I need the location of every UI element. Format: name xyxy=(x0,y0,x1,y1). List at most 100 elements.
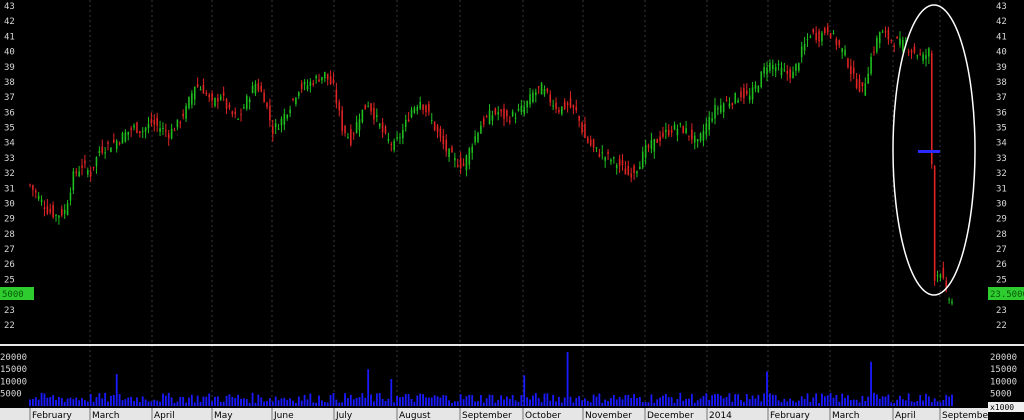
price-tick-right: 28 xyxy=(996,230,1007,240)
volume-bar xyxy=(922,400,924,406)
volume-bar xyxy=(766,371,768,406)
volume-bar xyxy=(847,395,849,406)
volume-bar xyxy=(636,398,638,406)
price-tick-left: 35 xyxy=(4,124,15,134)
candle-body xyxy=(49,208,52,213)
candle-body xyxy=(121,133,124,144)
volume-bar xyxy=(543,393,546,406)
candle-body xyxy=(896,36,898,39)
volume-bar xyxy=(84,400,86,406)
candle-body xyxy=(589,139,592,146)
candle-body xyxy=(280,118,283,126)
candle-body xyxy=(309,81,312,86)
candle-body xyxy=(350,129,352,145)
candle-body xyxy=(373,107,375,120)
month-label: August xyxy=(399,411,431,420)
volume-bar xyxy=(812,397,815,406)
volume-bar xyxy=(731,401,734,406)
volume-bar xyxy=(849,400,852,406)
month-label: March xyxy=(832,411,859,420)
volume-bar xyxy=(916,401,919,406)
candle-body xyxy=(263,92,265,103)
volume-bar xyxy=(335,399,338,406)
volume-bar xyxy=(826,395,829,406)
volume-bar xyxy=(81,398,83,406)
candle-body xyxy=(910,50,913,53)
volume-bar xyxy=(295,402,297,406)
candle xyxy=(734,92,737,105)
volume-bar xyxy=(696,400,699,406)
candle-body xyxy=(196,84,199,87)
candle-body xyxy=(156,117,158,126)
volume-bar xyxy=(823,396,826,406)
candle-body xyxy=(153,120,156,125)
candle-body xyxy=(907,51,910,53)
candle-body xyxy=(442,135,445,144)
candle xyxy=(121,131,124,144)
candle-body xyxy=(662,132,664,137)
volume-bar xyxy=(182,397,185,406)
volume-bar xyxy=(601,402,604,406)
candle-body xyxy=(535,92,537,96)
volume-bar xyxy=(887,394,890,406)
candle-body xyxy=(32,185,34,190)
candle-body xyxy=(500,109,502,112)
candle-body xyxy=(136,122,138,134)
candle xyxy=(110,147,112,153)
candle-body xyxy=(89,172,92,177)
volume-bar xyxy=(306,399,309,406)
volume-bar xyxy=(130,396,133,406)
price-tick-right: 31 xyxy=(996,184,1007,194)
volume-bar xyxy=(569,396,572,406)
candle-body xyxy=(341,110,343,132)
volume-bar xyxy=(682,400,685,406)
volume-bar xyxy=(413,401,416,406)
candle-body xyxy=(650,140,653,149)
candle-body xyxy=(682,126,684,134)
volume-bar xyxy=(34,397,37,406)
volume-bar xyxy=(948,396,951,406)
candle xyxy=(682,125,684,134)
candle-body xyxy=(468,148,471,165)
candle-body xyxy=(393,140,395,151)
candle-body xyxy=(381,122,384,133)
candle-body xyxy=(352,133,355,135)
volume-bar xyxy=(390,379,393,406)
candle-body xyxy=(809,36,812,38)
candle-body xyxy=(127,131,130,135)
candle-body xyxy=(378,123,381,127)
candle-body xyxy=(725,100,728,102)
candle-body xyxy=(454,157,456,161)
volume-bar xyxy=(442,395,445,406)
candle-body xyxy=(777,63,780,66)
volume-bar xyxy=(624,395,627,406)
candle-body xyxy=(893,45,895,47)
candle-body xyxy=(176,119,179,128)
volume-bar xyxy=(520,395,523,406)
volume-bar xyxy=(156,400,159,406)
volume-bar xyxy=(875,394,878,406)
price-tick-left: 43 xyxy=(4,2,15,12)
volume-bar xyxy=(783,398,786,406)
volume-bar xyxy=(537,398,540,406)
candle-body xyxy=(829,32,832,39)
candle-body xyxy=(670,129,673,133)
volume-bar xyxy=(679,392,682,406)
volume-bar xyxy=(225,395,228,406)
candle-body xyxy=(191,93,193,105)
volume-bar xyxy=(214,396,216,406)
volume-bar xyxy=(878,398,881,406)
candle-body xyxy=(613,157,615,159)
volume-bar xyxy=(945,394,948,406)
candle-body xyxy=(890,39,893,41)
candle-body xyxy=(584,124,586,139)
volume-bar xyxy=(283,397,286,406)
candle xyxy=(245,94,248,111)
volume-bar xyxy=(266,400,268,406)
candle-body xyxy=(477,132,479,142)
volume-bar xyxy=(612,395,615,406)
candle xyxy=(540,82,543,95)
candle-body xyxy=(286,114,289,119)
candle-body xyxy=(693,135,696,143)
volume-bar xyxy=(138,402,141,406)
